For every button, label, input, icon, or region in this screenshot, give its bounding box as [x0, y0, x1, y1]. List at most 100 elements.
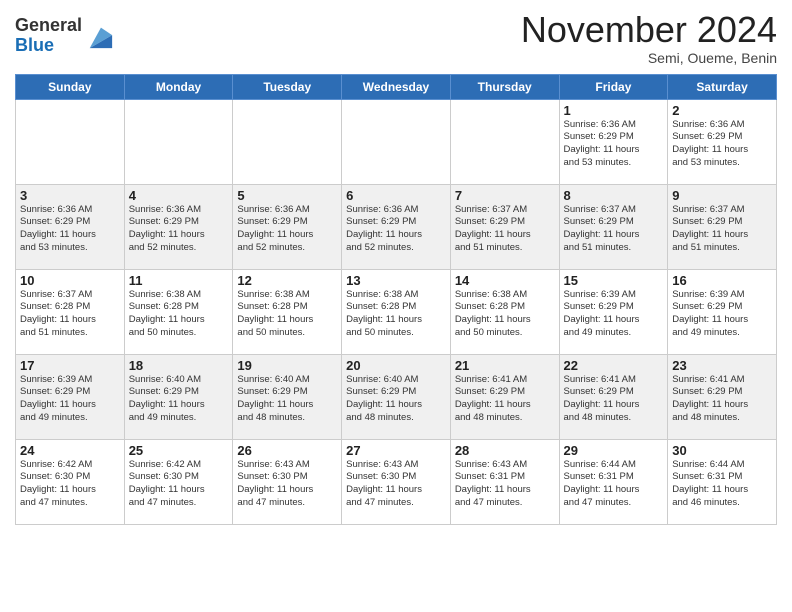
day-number: 21	[455, 358, 555, 373]
day-number: 4	[129, 188, 229, 203]
col-tuesday: Tuesday	[233, 74, 342, 99]
calendar-cell: 18Sunrise: 6:40 AMSunset: 6:29 PMDayligh…	[124, 354, 233, 439]
day-info: Sunrise: 6:36 AMSunset: 6:29 PMDaylight:…	[672, 119, 772, 170]
week-row-4: 17Sunrise: 6:39 AMSunset: 6:29 PMDayligh…	[16, 354, 777, 439]
day-number: 16	[672, 273, 772, 288]
calendar-cell: 12Sunrise: 6:38 AMSunset: 6:28 PMDayligh…	[233, 269, 342, 354]
calendar-cell: 8Sunrise: 6:37 AMSunset: 6:29 PMDaylight…	[559, 184, 668, 269]
day-number: 11	[129, 273, 229, 288]
day-info: Sunrise: 6:39 AMSunset: 6:29 PMDaylight:…	[20, 374, 120, 425]
calendar-cell: 14Sunrise: 6:38 AMSunset: 6:28 PMDayligh…	[450, 269, 559, 354]
calendar-table: Sunday Monday Tuesday Wednesday Thursday…	[15, 74, 777, 525]
day-number: 18	[129, 358, 229, 373]
day-number: 1	[564, 103, 664, 118]
day-info: Sunrise: 6:38 AMSunset: 6:28 PMDaylight:…	[455, 289, 555, 340]
day-info: Sunrise: 6:36 AMSunset: 6:29 PMDaylight:…	[564, 119, 664, 170]
day-info: Sunrise: 6:41 AMSunset: 6:29 PMDaylight:…	[672, 374, 772, 425]
calendar-cell: 3Sunrise: 6:36 AMSunset: 6:29 PMDaylight…	[16, 184, 125, 269]
calendar-cell: 21Sunrise: 6:41 AMSunset: 6:29 PMDayligh…	[450, 354, 559, 439]
week-row-5: 24Sunrise: 6:42 AMSunset: 6:30 PMDayligh…	[16, 439, 777, 524]
day-info: Sunrise: 6:41 AMSunset: 6:29 PMDaylight:…	[455, 374, 555, 425]
day-info: Sunrise: 6:37 AMSunset: 6:29 PMDaylight:…	[455, 204, 555, 255]
calendar-cell: 9Sunrise: 6:37 AMSunset: 6:29 PMDaylight…	[668, 184, 777, 269]
calendar-cell	[124, 99, 233, 184]
week-row-3: 10Sunrise: 6:37 AMSunset: 6:28 PMDayligh…	[16, 269, 777, 354]
week-row-2: 3Sunrise: 6:36 AMSunset: 6:29 PMDaylight…	[16, 184, 777, 269]
day-info: Sunrise: 6:37 AMSunset: 6:28 PMDaylight:…	[20, 289, 120, 340]
calendar-cell: 10Sunrise: 6:37 AMSunset: 6:28 PMDayligh…	[16, 269, 125, 354]
calendar-cell	[342, 99, 451, 184]
calendar-cell: 24Sunrise: 6:42 AMSunset: 6:30 PMDayligh…	[16, 439, 125, 524]
day-number: 25	[129, 443, 229, 458]
day-number: 5	[237, 188, 337, 203]
calendar-header: Sunday Monday Tuesday Wednesday Thursday…	[16, 74, 777, 99]
calendar-cell: 22Sunrise: 6:41 AMSunset: 6:29 PMDayligh…	[559, 354, 668, 439]
logo-text: General Blue	[15, 16, 82, 56]
day-number: 14	[455, 273, 555, 288]
day-info: Sunrise: 6:40 AMSunset: 6:29 PMDaylight:…	[237, 374, 337, 425]
day-info: Sunrise: 6:39 AMSunset: 6:29 PMDaylight:…	[564, 289, 664, 340]
day-info: Sunrise: 6:44 AMSunset: 6:31 PMDaylight:…	[672, 459, 772, 510]
calendar-cell: 4Sunrise: 6:36 AMSunset: 6:29 PMDaylight…	[124, 184, 233, 269]
day-info: Sunrise: 6:42 AMSunset: 6:30 PMDaylight:…	[20, 459, 120, 510]
calendar-cell: 29Sunrise: 6:44 AMSunset: 6:31 PMDayligh…	[559, 439, 668, 524]
calendar-cell: 28Sunrise: 6:43 AMSunset: 6:31 PMDayligh…	[450, 439, 559, 524]
col-saturday: Saturday	[668, 74, 777, 99]
calendar-cell: 19Sunrise: 6:40 AMSunset: 6:29 PMDayligh…	[233, 354, 342, 439]
day-info: Sunrise: 6:38 AMSunset: 6:28 PMDaylight:…	[346, 289, 446, 340]
col-monday: Monday	[124, 74, 233, 99]
day-info: Sunrise: 6:36 AMSunset: 6:29 PMDaylight:…	[129, 204, 229, 255]
day-number: 19	[237, 358, 337, 373]
logo-blue: Blue	[15, 36, 82, 56]
day-info: Sunrise: 6:40 AMSunset: 6:29 PMDaylight:…	[129, 374, 229, 425]
day-number: 17	[20, 358, 120, 373]
calendar-cell: 7Sunrise: 6:37 AMSunset: 6:29 PMDaylight…	[450, 184, 559, 269]
day-number: 23	[672, 358, 772, 373]
calendar-cell: 17Sunrise: 6:39 AMSunset: 6:29 PMDayligh…	[16, 354, 125, 439]
day-info: Sunrise: 6:36 AMSunset: 6:29 PMDaylight:…	[20, 204, 120, 255]
calendar-cell	[16, 99, 125, 184]
calendar-cell	[233, 99, 342, 184]
day-number: 7	[455, 188, 555, 203]
logo: General Blue	[15, 16, 114, 56]
day-number: 24	[20, 443, 120, 458]
logo-icon	[86, 22, 114, 50]
subtitle: Semi, Oueme, Benin	[521, 50, 777, 66]
day-number: 22	[564, 358, 664, 373]
day-number: 27	[346, 443, 446, 458]
calendar-cell: 13Sunrise: 6:38 AMSunset: 6:28 PMDayligh…	[342, 269, 451, 354]
calendar-cell: 11Sunrise: 6:38 AMSunset: 6:28 PMDayligh…	[124, 269, 233, 354]
title-area: November 2024 Semi, Oueme, Benin	[521, 10, 777, 66]
header: General Blue November 2024 Semi, Oueme, …	[15, 10, 777, 66]
day-number: 13	[346, 273, 446, 288]
page: General Blue November 2024 Semi, Oueme, …	[0, 0, 792, 540]
day-info: Sunrise: 6:37 AMSunset: 6:29 PMDaylight:…	[564, 204, 664, 255]
calendar-cell: 30Sunrise: 6:44 AMSunset: 6:31 PMDayligh…	[668, 439, 777, 524]
calendar-body: 1Sunrise: 6:36 AMSunset: 6:29 PMDaylight…	[16, 99, 777, 524]
day-info: Sunrise: 6:41 AMSunset: 6:29 PMDaylight:…	[564, 374, 664, 425]
day-number: 28	[455, 443, 555, 458]
day-number: 30	[672, 443, 772, 458]
calendar-cell: 26Sunrise: 6:43 AMSunset: 6:30 PMDayligh…	[233, 439, 342, 524]
calendar-cell: 6Sunrise: 6:36 AMSunset: 6:29 PMDaylight…	[342, 184, 451, 269]
col-wednesday: Wednesday	[342, 74, 451, 99]
day-info: Sunrise: 6:43 AMSunset: 6:30 PMDaylight:…	[346, 459, 446, 510]
calendar-cell: 15Sunrise: 6:39 AMSunset: 6:29 PMDayligh…	[559, 269, 668, 354]
col-thursday: Thursday	[450, 74, 559, 99]
day-number: 9	[672, 188, 772, 203]
day-info: Sunrise: 6:37 AMSunset: 6:29 PMDaylight:…	[672, 204, 772, 255]
calendar-cell	[450, 99, 559, 184]
day-number: 29	[564, 443, 664, 458]
calendar-cell: 2Sunrise: 6:36 AMSunset: 6:29 PMDaylight…	[668, 99, 777, 184]
day-info: Sunrise: 6:43 AMSunset: 6:31 PMDaylight:…	[455, 459, 555, 510]
day-info: Sunrise: 6:43 AMSunset: 6:30 PMDaylight:…	[237, 459, 337, 510]
day-info: Sunrise: 6:39 AMSunset: 6:29 PMDaylight:…	[672, 289, 772, 340]
col-friday: Friday	[559, 74, 668, 99]
day-number: 12	[237, 273, 337, 288]
day-info: Sunrise: 6:40 AMSunset: 6:29 PMDaylight:…	[346, 374, 446, 425]
day-info: Sunrise: 6:42 AMSunset: 6:30 PMDaylight:…	[129, 459, 229, 510]
day-number: 20	[346, 358, 446, 373]
day-info: Sunrise: 6:44 AMSunset: 6:31 PMDaylight:…	[564, 459, 664, 510]
day-number: 6	[346, 188, 446, 203]
month-title: November 2024	[521, 10, 777, 50]
